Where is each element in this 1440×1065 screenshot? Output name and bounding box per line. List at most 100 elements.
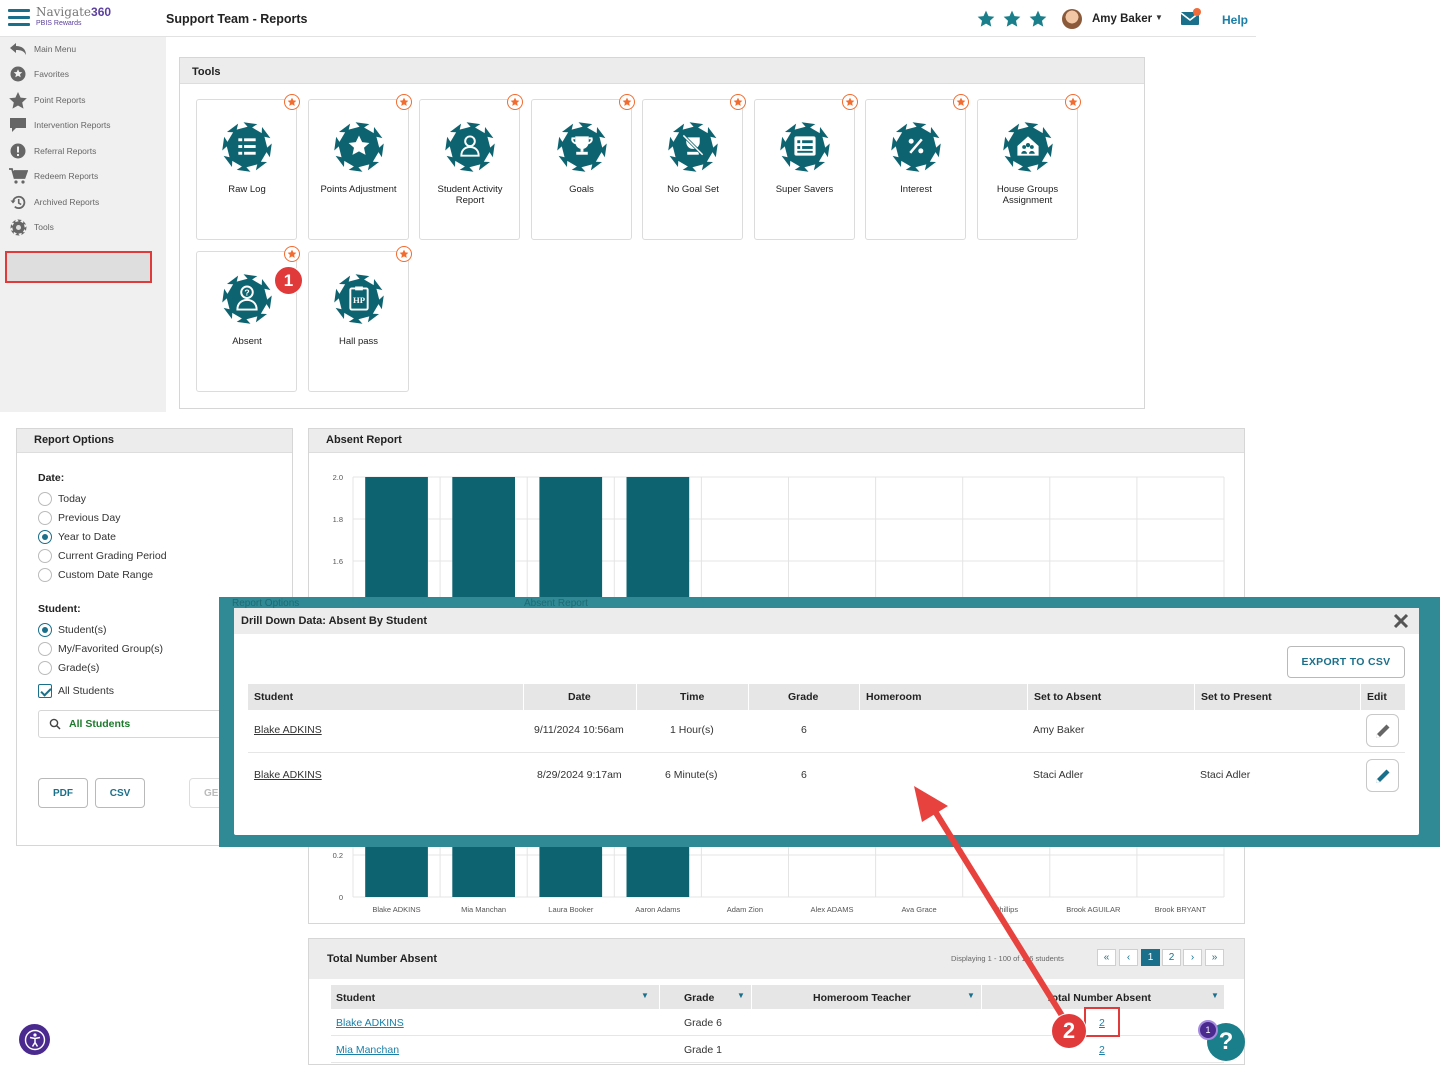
tool-card-goals[interactable]: Goals	[530, 94, 635, 240]
avatar[interactable]	[1062, 9, 1082, 29]
favorite-star-icon[interactable]	[953, 94, 969, 110]
csv-button[interactable]: CSV	[95, 778, 145, 808]
prev-page-button[interactable]: ‹	[1119, 949, 1138, 966]
student-link[interactable]: Blake ADKINS	[254, 769, 322, 781]
tool-card-super-savers[interactable]: Super Savers	[753, 94, 858, 240]
menu-icon[interactable]	[8, 9, 30, 27]
date-radio-current-grading-period[interactable]: Current Grading Period	[38, 549, 167, 563]
drill-table-header: Student Date Time Grade Homeroom Set to …	[248, 684, 1405, 710]
all-students-field[interactable]: All Students	[38, 710, 238, 738]
page-title: Support Team - Reports	[166, 12, 308, 26]
time-cell: 6 Minute(s)	[665, 769, 718, 781]
date-radio-previous-day[interactable]: Previous Day	[38, 511, 120, 525]
sidebar-item-main-menu[interactable]: Main Menu	[8, 38, 158, 60]
grade-cell: 6	[801, 724, 807, 736]
sidebar-item-intervention-reports[interactable]: Intervention Reports	[8, 114, 158, 136]
date-radio-label: Current Grading Period	[58, 550, 167, 562]
chevron-down-icon[interactable]: ▼	[641, 991, 649, 1000]
total-absent-link[interactable]: 2	[1099, 1044, 1105, 1056]
sidebar-item-label: Redeem Reports	[34, 171, 99, 181]
all-students-check-label: All Students	[58, 685, 115, 697]
accessibility-button[interactable]	[19, 1024, 50, 1055]
favorite-star-icon[interactable]	[284, 246, 300, 262]
grade-cell: Grade 1	[684, 1044, 722, 1056]
favorite-star-icon[interactable]	[841, 94, 858, 110]
next-page-button[interactable]: ›	[1183, 949, 1202, 966]
sidebar-item-tools[interactable]: Tools	[8, 216, 158, 238]
date-radio-year-to-date[interactable]: Year to Date	[38, 530, 116, 544]
col-date: Date	[568, 691, 591, 703]
all-students-checkbox[interactable]: All Students	[38, 684, 114, 698]
pencil-icon	[1375, 769, 1389, 783]
favorite-star-icon[interactable]	[395, 94, 412, 110]
tool-card-label: Super Savers	[775, 184, 834, 195]
help-link[interactable]: Help	[1222, 13, 1248, 27]
favorite-star-icon[interactable]	[1064, 94, 1081, 110]
chevron-down-icon[interactable]: ▼	[1211, 991, 1219, 1000]
col-student[interactable]: Student	[336, 992, 375, 1004]
date-radio-label: Previous Day	[58, 512, 121, 524]
tool-card-no-goal-set[interactable]: No Goal Set	[642, 94, 746, 240]
tool-card-raw-log[interactable]: Raw Log	[196, 94, 300, 240]
chevron-down-icon[interactable]: ▼	[737, 991, 745, 1000]
first-page-button[interactable]: «	[1097, 949, 1116, 966]
student-link[interactable]: Mia Manchan	[336, 1044, 399, 1056]
favorite-star-icon[interactable]	[618, 94, 635, 110]
favorite-star-icon[interactable]	[507, 94, 523, 110]
col-time: Time	[680, 691, 705, 703]
student-link[interactable]: Blake ADKINS	[336, 1017, 404, 1029]
export-csv-button[interactable]: EXPORT TO CSV	[1287, 646, 1405, 678]
student-radio-grade-s-[interactable]: Grade(s)	[38, 661, 99, 675]
col-homeroom-teacher[interactable]: Homeroom Teacher	[813, 992, 911, 1004]
tool-card-student-activity-report[interactable]: Student Activity Report	[419, 94, 523, 240]
tool-card-interest[interactable]: Interest	[865, 94, 969, 240]
y-tick-label: 1.6	[333, 557, 343, 566]
sidebar-item-archived-reports[interactable]: Archived Reports	[8, 191, 158, 213]
x-tick-label: Ava Grace	[901, 905, 936, 914]
page-1-button[interactable]: 1	[1141, 949, 1160, 966]
pdf-button[interactable]: PDF	[38, 778, 88, 808]
user-name[interactable]: Amy Baker	[1092, 13, 1152, 25]
last-page-button[interactable]: »	[1205, 949, 1224, 966]
chevron-down-icon[interactable]: ▼	[967, 991, 975, 1000]
col-grade[interactable]: Grade	[684, 992, 714, 1004]
x-tick-label: Laura Booker	[548, 905, 594, 914]
student-radio-label: Student(s)	[58, 624, 107, 636]
star-circle-icon	[8, 65, 28, 83]
pagination-summary: Displaying 1 - 100 of 116 students	[951, 954, 1064, 963]
search-icon	[49, 718, 61, 730]
sidebar-item-point-reports[interactable]: Point Reports	[8, 89, 158, 111]
edit-button[interactable]	[1366, 714, 1399, 747]
student-link[interactable]: Blake ADKINS	[254, 724, 322, 736]
date-radio-today[interactable]: Today	[38, 492, 86, 506]
sidebar-item-favorites[interactable]: Favorites	[8, 63, 158, 85]
tool-card-house-groups-assignment[interactable]: House Groups Assignment	[976, 94, 1081, 240]
sidebar-item-label: Intervention Reports	[34, 120, 111, 130]
col-set-present: Set to Present	[1201, 691, 1272, 703]
favorite-star-icon[interactable]	[284, 94, 300, 110]
y-tick-label: 0	[339, 893, 343, 902]
callout-one: 1	[274, 266, 303, 295]
student-radio-my-favorited-group-s-[interactable]: My/Favorited Group(s)	[38, 642, 163, 656]
student-radio-label: My/Favorited Group(s)	[58, 643, 164, 655]
edit-button[interactable]	[1366, 759, 1399, 792]
star-icon	[8, 91, 28, 109]
close-icon[interactable]	[1392, 612, 1410, 630]
favorite-star-icon[interactable]	[395, 246, 412, 262]
favorite-star-icon[interactable]	[730, 94, 746, 110]
sidebar-item-referral-reports[interactable]: Referral Reports	[8, 140, 158, 162]
star-icon	[333, 120, 385, 174]
tool-card-hall-pass[interactable]: HP Hall pass	[307, 246, 412, 392]
col-total-absent[interactable]: Total Number Absent	[1046, 992, 1151, 1004]
sidebar-item-label: Main Menu	[34, 44, 77, 54]
chevron-down-icon[interactable]: ▼	[1155, 13, 1163, 22]
student-radio-student-s-[interactable]: Student(s)	[38, 623, 106, 637]
page-2-button[interactable]: 2	[1162, 949, 1181, 966]
tool-card-points-adjustment[interactable]: Points Adjustment	[307, 94, 412, 240]
date-radio-custom-date-range[interactable]: Custom Date Range	[38, 568, 153, 582]
set-present-cell: Staci Adler	[1200, 769, 1251, 781]
date-label: Date:	[38, 472, 65, 484]
sidebar-item-redeem-reports[interactable]: Redeem Reports	[8, 165, 158, 187]
y-tick-label: 0.2	[333, 851, 343, 860]
pencil-icon	[1375, 724, 1389, 738]
